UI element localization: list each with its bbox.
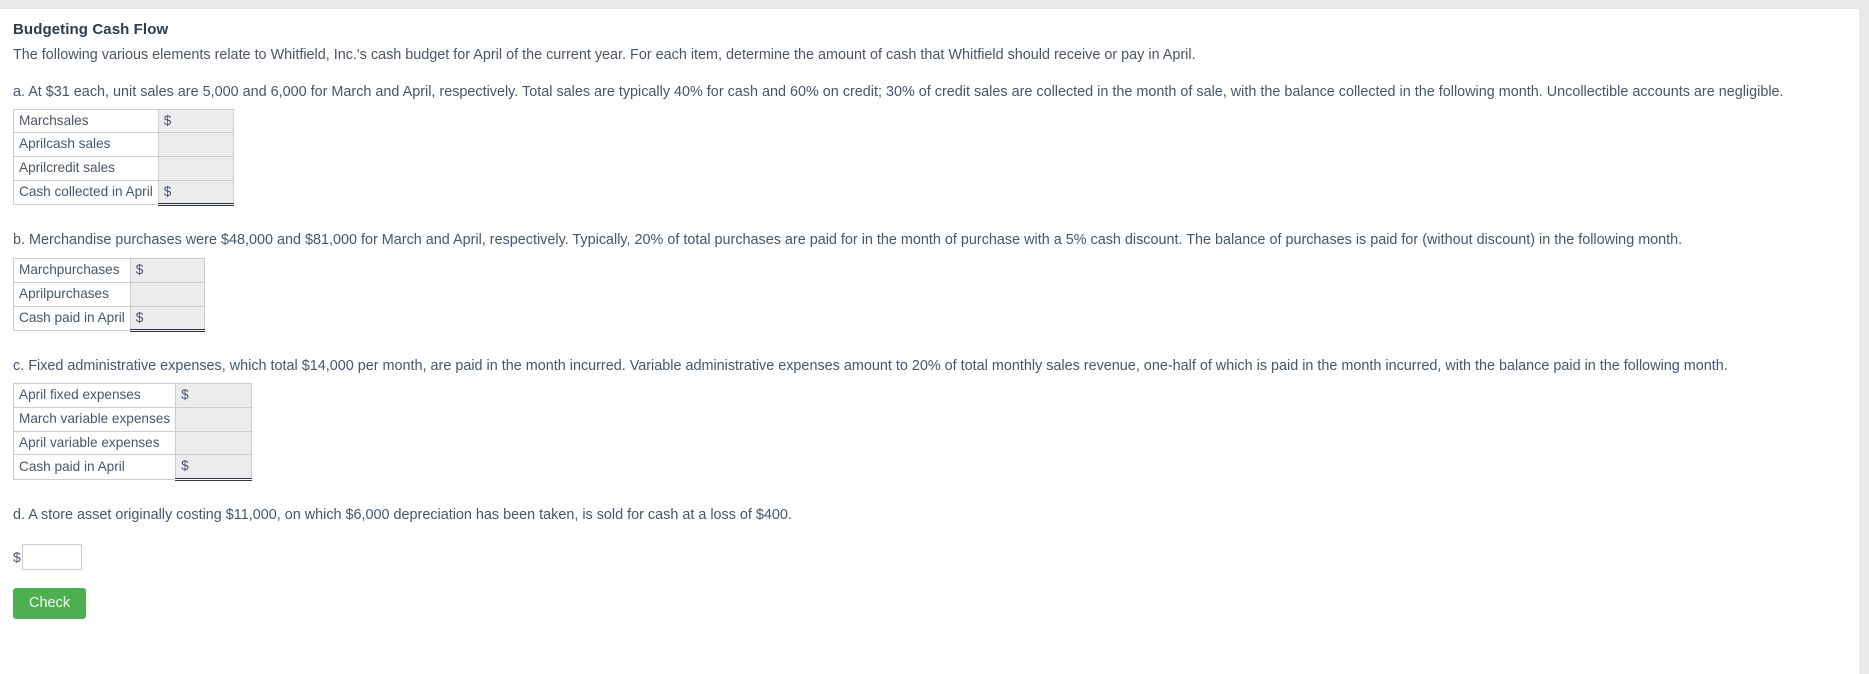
row-label: Marchsales	[13, 108, 159, 134]
row-value[interactable]: $	[175, 383, 253, 408]
item-b-text: b. Merchandise purchases were $48,000 an…	[13, 232, 1683, 249]
item-b-table: Marchpurchases $ Aprilpurchases Cash pai…	[13, 258, 205, 333]
row-label: Marchpurchases	[13, 258, 131, 283]
row-value[interactable]	[175, 406, 253, 432]
table-row: Marchsales $	[13, 108, 234, 134]
worksheet-page: Budgeting Cash Flow The following variou…	[0, 0, 1869, 674]
table-row-total: Cash paid in April $	[12, 454, 253, 481]
item-d-answer-row: $	[13, 543, 1859, 570]
row-value[interactable]: $	[175, 454, 253, 481]
table-row: Aprilcredit sales	[13, 155, 234, 181]
item-b-table-body: Marchpurchases $ Aprilpurchases Cash pai…	[13, 258, 205, 333]
item-d-answer-input[interactable]	[21, 543, 82, 570]
table-row: Aprilpurchases	[13, 281, 205, 307]
item-d-text: d. A store asset originally costing $11,…	[13, 506, 792, 523]
row-label: Cash paid in April	[12, 454, 177, 480]
page-right-strip	[1859, 0, 1869, 674]
table-row-total: Cash collected in April $	[13, 179, 234, 207]
table-row: Marchpurchases $	[13, 258, 205, 283]
row-label: Cash paid in April	[13, 305, 131, 332]
worksheet-content: Budgeting Cash Flow The following variou…	[0, 9, 1859, 620]
row-label: Aprilcredit sales	[13, 155, 159, 181]
table-row: Aprilcash sales	[13, 132, 234, 157]
row-label: Cash collected in April	[13, 179, 159, 206]
table-row: April fixed expenses $	[12, 383, 253, 408]
row-label: April variable expenses	[12, 430, 177, 456]
check-button[interactable]: Check	[13, 587, 87, 620]
table-row: April variable expenses	[12, 430, 253, 456]
row-value[interactable]	[157, 155, 234, 181]
item-c-table-body: April fixed expenses $ March variable ex…	[12, 383, 253, 481]
dollar-sign-label: $	[13, 548, 21, 565]
row-value[interactable]	[157, 132, 234, 157]
table-row-total: Cash paid in April $	[13, 305, 205, 333]
row-value[interactable]: $	[129, 258, 205, 283]
page-top-strip	[0, 0, 1869, 9]
row-value[interactable]	[175, 430, 253, 456]
row-value[interactable]: $	[157, 179, 234, 207]
row-label: April fixed expenses	[12, 383, 177, 408]
row-label: Aprilpurchases	[13, 281, 131, 307]
intro-paragraph: The following various elements relate to…	[13, 46, 1196, 63]
row-value[interactable]: $	[157, 108, 234, 134]
item-a-text: a. At $31 each, unit sales are 5,000 and…	[13, 83, 1784, 100]
row-label: March variable expenses	[12, 406, 177, 432]
item-c-table: April fixed expenses $ March variable ex…	[12, 383, 253, 481]
item-a-table: Marchsales $ Aprilcash sales Aprilcredit…	[13, 108, 234, 207]
row-label: Aprilcash sales	[13, 132, 159, 157]
row-value[interactable]: $	[129, 305, 205, 333]
table-row: March variable expenses	[12, 406, 253, 432]
item-c-text: c. Fixed administrative expenses, which …	[13, 358, 1728, 375]
item-a-table-body: Marchsales $ Aprilcash sales Aprilcredit…	[13, 108, 234, 207]
page-title: Budgeting Cash Flow	[13, 21, 169, 38]
row-value[interactable]	[129, 281, 205, 307]
